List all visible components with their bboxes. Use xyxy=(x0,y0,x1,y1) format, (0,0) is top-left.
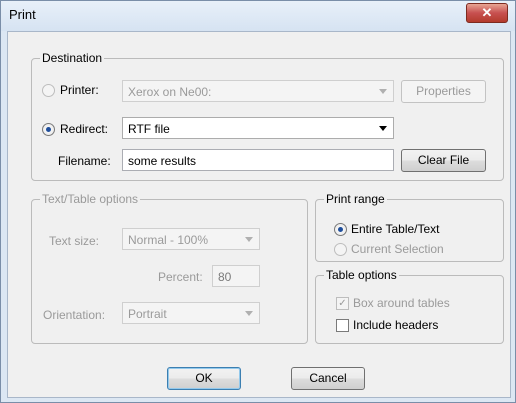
printer-select-value: Xerox on Ne00: xyxy=(128,85,212,99)
filename-field[interactable]: some results xyxy=(122,149,394,171)
properties-button[interactable]: Properties xyxy=(401,80,486,103)
printer-radio[interactable] xyxy=(42,84,55,97)
chevron-down-icon xyxy=(379,126,387,131)
chevron-down-icon xyxy=(379,89,387,94)
entire-table-radio[interactable] xyxy=(334,223,347,236)
current-selection-radio[interactable] xyxy=(334,243,347,256)
percent-label: Percent: xyxy=(158,270,203,284)
orientation-value: Portrait xyxy=(128,307,167,321)
close-icon: ✕ xyxy=(481,5,493,20)
print-range-legend: Print range xyxy=(326,192,385,206)
redirect-select-value: RTF file xyxy=(128,122,170,136)
close-button[interactable]: ✕ xyxy=(466,3,508,23)
print-dialog: Print ✕ Destination Printer: Xerox on Ne… xyxy=(0,0,516,403)
percent-value: 80 xyxy=(218,270,232,284)
orientation-select[interactable]: Portrait xyxy=(122,302,260,324)
redirect-label: Redirect: xyxy=(60,122,109,136)
box-around-tables-label: Box around tables xyxy=(353,296,450,310)
clear-file-button[interactable]: Clear File xyxy=(401,149,486,172)
chevron-down-icon xyxy=(245,311,253,316)
text-size-select[interactable]: Normal - 100% xyxy=(122,228,260,250)
printer-select[interactable]: Xerox on Ne00: xyxy=(122,80,394,102)
box-around-tables-checkbox[interactable]: ✓ xyxy=(336,297,349,310)
printer-label: Printer: xyxy=(60,83,99,97)
destination-legend: Destination xyxy=(42,51,103,65)
filename-value: some results xyxy=(128,154,197,168)
text-size-value: Normal - 100% xyxy=(128,233,209,247)
text-table-options-legend: Text/Table options xyxy=(42,192,139,206)
dialog-title: Print xyxy=(9,7,36,22)
chevron-down-icon xyxy=(245,237,253,242)
filename-label: Filename: xyxy=(58,154,111,168)
percent-field[interactable]: 80 xyxy=(212,265,260,287)
dialog-body: Destination Printer: Xerox on Ne00: Prop… xyxy=(7,31,511,398)
title-bar: Print ✕ xyxy=(1,1,515,31)
include-headers-checkbox[interactable] xyxy=(336,319,349,332)
entire-table-label: Entire Table/Text xyxy=(351,222,440,236)
include-headers-label: Include headers xyxy=(353,318,439,332)
orientation-label: Orientation: xyxy=(43,308,106,322)
redirect-radio[interactable] xyxy=(42,123,55,136)
redirect-select[interactable]: RTF file xyxy=(122,117,394,139)
table-options-legend: Table options xyxy=(326,268,397,282)
checkmark-icon: ✓ xyxy=(338,298,347,309)
ok-button[interactable]: OK xyxy=(167,367,241,390)
text-size-label: Text size: xyxy=(49,234,100,248)
cancel-button[interactable]: Cancel xyxy=(291,367,365,390)
current-selection-label: Current Selection xyxy=(351,242,444,256)
